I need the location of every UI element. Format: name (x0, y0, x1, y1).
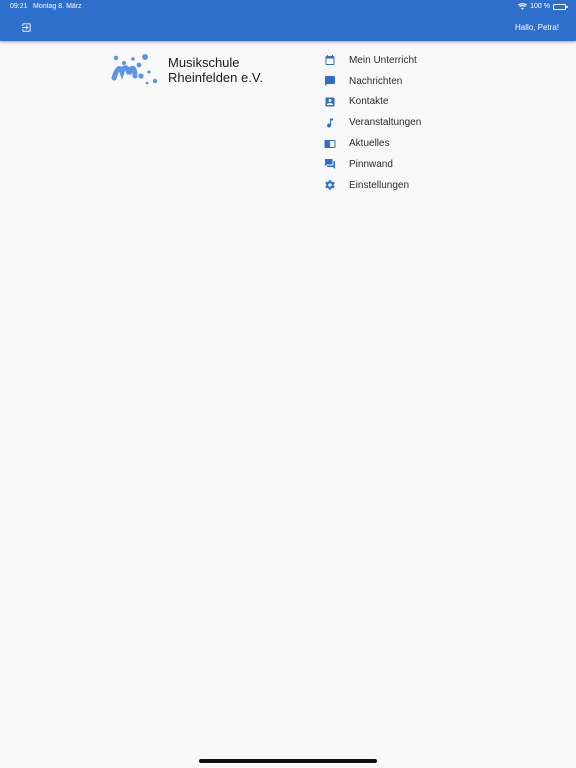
contact-card-icon (322, 95, 338, 109)
battery-icon (553, 3, 568, 10)
battery-percent: 100 % (530, 3, 550, 10)
menu-item-mein-unterricht[interactable]: Mein Unterricht (320, 50, 520, 71)
menu-label: Veranstaltungen (349, 117, 422, 129)
news-icon (322, 137, 338, 151)
menu-label: Aktuelles (349, 138, 390, 150)
status-time: 09:21 (10, 3, 28, 10)
menu-label: Nachrichten (349, 75, 403, 87)
logo-text: Musikschule Rheinfelden e.V. (168, 55, 263, 85)
logo-line-1: Musikschule (168, 55, 240, 70)
chat-icon (322, 74, 338, 88)
logout-button[interactable] (19, 20, 33, 34)
greeting-text: Hallo, Petra! (514, 23, 559, 32)
forum-icon (322, 157, 338, 171)
menu-item-veranstaltungen[interactable]: Veranstaltungen (320, 112, 520, 133)
status-date: Montag 8. März (33, 3, 82, 10)
menu-item-einstellungen[interactable]: Einstellungen (320, 175, 520, 196)
app-bar: 09:21 Montag 8. März 100 % Hallo, Petra! (0, 0, 576, 41)
menu-label: Mein Unterricht (349, 54, 417, 66)
home-indicator[interactable] (199, 759, 377, 763)
logo-mark-icon (111, 54, 158, 85)
menu-item-nachrichten[interactable]: Nachrichten (320, 71, 520, 92)
status-right: 100 % (518, 3, 568, 10)
status-bar: 09:21 Montag 8. März 100 % (0, 3, 576, 13)
calendar-icon (322, 53, 338, 67)
menu-label: Einstellungen (349, 179, 410, 191)
wifi-icon (518, 3, 528, 10)
logout-icon (21, 22, 31, 32)
gear-icon (322, 178, 338, 192)
music-note-icon (322, 116, 338, 130)
menu-label: Pinnwand (349, 158, 393, 170)
menu-item-kontakte[interactable]: Kontakte (320, 92, 520, 113)
menu-label: Kontakte (349, 96, 389, 108)
main-menu: Mein Unterricht Nachrichten Kontakte Ver… (320, 50, 520, 196)
logo-line-2: Rheinfelden e.V. (168, 70, 263, 85)
school-logo: Musikschule Rheinfelden e.V. (111, 52, 281, 88)
menu-item-pinnwand[interactable]: Pinnwand (320, 154, 520, 175)
menu-item-aktuelles[interactable]: Aktuelles (320, 133, 520, 154)
